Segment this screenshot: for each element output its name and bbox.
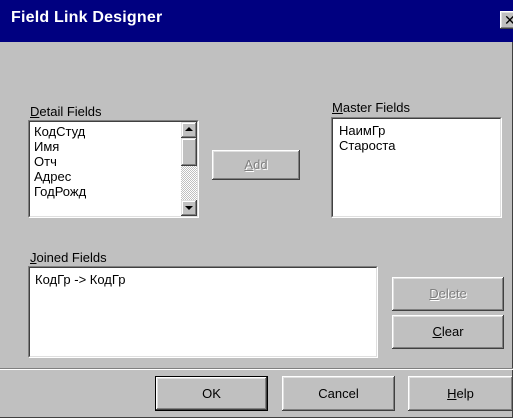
list-item[interactable]: Имя [31, 139, 86, 154]
arrow-down-icon [185, 206, 193, 210]
cancel-button[interactable]: Cancel [282, 376, 395, 411]
window-title: Field Link Designer [11, 9, 163, 26]
list-item[interactable]: Адрес [31, 169, 86, 184]
delete-button[interactable]: Delete [392, 277, 504, 311]
detail-fields-scrollbar[interactable] [181, 122, 197, 216]
ok-button[interactable]: OK [155, 376, 268, 411]
arrow-up-icon [185, 127, 193, 131]
list-item[interactable]: Староста [336, 138, 395, 153]
clear-button[interactable]: Clear [392, 315, 504, 349]
close-icon: ✕ [504, 12, 513, 28]
master-fields-label: Master Fields [332, 100, 411, 115]
list-item[interactable]: НаимГр [336, 123, 395, 138]
divider [0, 368, 513, 370]
scroll-thumb[interactable] [181, 138, 197, 166]
master-fields-list[interactable]: НаимГр Староста [331, 117, 502, 218]
list-item[interactable]: КодГр -> КодГр [32, 272, 125, 287]
help-button[interactable]: Help [408, 376, 513, 411]
list-item[interactable]: ГодРожд [31, 184, 86, 199]
joined-fields-list[interactable]: КодГр -> КодГр [28, 266, 378, 358]
close-button[interactable]: ✕ [500, 11, 513, 29]
detail-fields-list[interactable]: КодСтуд Имя Отч Адрес ГодРожд [28, 120, 199, 218]
list-item[interactable]: КодСтуд [31, 124, 86, 139]
scroll-down-button[interactable] [181, 200, 197, 216]
title-bar[interactable]: Field Link Designer ✕ [0, 0, 513, 42]
detail-fields-items: КодСтуд Имя Отч Адрес ГодРожд [31, 124, 86, 199]
joined-fields-label: Joined Fields [30, 250, 107, 265]
add-button[interactable]: Add [212, 150, 300, 180]
master-fields-items: НаимГр Староста [336, 123, 395, 153]
detail-fields-label: Detail Fields [30, 104, 102, 119]
field-link-designer-dialog: Field Link Designer ✕ Detail Fields КодС… [0, 0, 513, 418]
list-item[interactable]: Отч [31, 154, 86, 169]
joined-fields-items: КодГр -> КодГр [32, 272, 125, 287]
scroll-up-button[interactable] [181, 122, 197, 138]
